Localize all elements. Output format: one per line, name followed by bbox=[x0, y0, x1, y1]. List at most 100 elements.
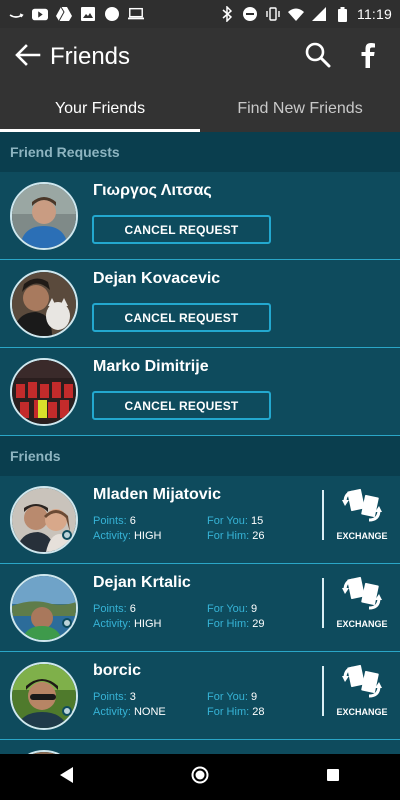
avatar[interactable] bbox=[10, 358, 78, 426]
friend-stats-left: Points: 6 Activity: HIGH bbox=[93, 514, 161, 544]
cancel-request-button[interactable]: CANCEL REQUEST bbox=[92, 391, 271, 420]
status-dot bbox=[62, 530, 72, 540]
exchange-icon bbox=[341, 576, 383, 617]
for-you-value: 15 bbox=[251, 515, 264, 527]
points-label: Points: bbox=[93, 691, 127, 703]
for-him-value: 26 bbox=[252, 530, 265, 542]
friend-request-row: Dejan Kovacevic CANCEL REQUEST bbox=[0, 260, 400, 348]
divider bbox=[322, 490, 324, 540]
points-value: 6 bbox=[129, 515, 136, 527]
section-header-friends: Friends bbox=[0, 436, 400, 476]
points-value: 6 bbox=[129, 603, 136, 615]
nav-home-button[interactable] bbox=[180, 757, 220, 797]
status-dot bbox=[62, 618, 72, 628]
exchange-label: EXCHANGE bbox=[336, 531, 388, 541]
vibrate-icon bbox=[265, 7, 281, 21]
activity-label: Activity: bbox=[93, 618, 131, 630]
laptop-icon bbox=[128, 7, 144, 21]
status-bar: 11:19 bbox=[0, 0, 400, 28]
signal-icon bbox=[311, 7, 327, 21]
home-circle-icon bbox=[191, 766, 209, 789]
back-button[interactable] bbox=[6, 35, 50, 79]
exchange-label: EXCHANGE bbox=[336, 619, 388, 629]
cancel-request-button[interactable]: CANCEL REQUEST bbox=[92, 215, 271, 244]
facebook-icon bbox=[360, 42, 376, 73]
points-label: Points: bbox=[93, 603, 127, 615]
activity-label: Activity: bbox=[93, 706, 131, 718]
points-value: 3 bbox=[129, 691, 136, 703]
page-title: Friends bbox=[50, 43, 131, 70]
for-you-value: 9 bbox=[251, 603, 258, 615]
request-name: Γιωργος Λιτσας bbox=[93, 182, 212, 199]
friend-row[interactable]: Mladen Mijatovic Points: 6 Activity: HIG… bbox=[0, 476, 400, 564]
avatar[interactable] bbox=[10, 182, 78, 250]
request-name: Marko Dimitrije bbox=[93, 358, 209, 375]
friend-stats-left: Points: 3 Activity: NONE bbox=[93, 690, 166, 720]
tab-find-new-friends[interactable]: Find New Friends bbox=[200, 86, 400, 132]
avatar[interactable] bbox=[10, 486, 78, 554]
drive-icon bbox=[56, 7, 72, 21]
friend-name: Dejan Krtalic bbox=[93, 574, 191, 591]
activity-value: HIGH bbox=[133, 530, 162, 542]
exchange-label: EXCHANGE bbox=[336, 707, 388, 717]
friend-stats-right: For You: 15 For Him: 26 bbox=[207, 514, 264, 544]
for-him-value: 29 bbox=[252, 618, 265, 630]
activity-value: NONE bbox=[133, 706, 166, 718]
avatar[interactable] bbox=[10, 662, 78, 730]
facebook-button[interactable] bbox=[352, 41, 384, 73]
friend-request-row: Γιωργος Λιτσας CANCEL REQUEST bbox=[0, 172, 400, 260]
tab-your-friends[interactable]: Your Friends bbox=[0, 86, 200, 132]
exchange-icon bbox=[341, 664, 383, 705]
status-time: 11:19 bbox=[357, 6, 392, 22]
for-him-label: For Him: bbox=[207, 618, 250, 630]
search-icon bbox=[305, 42, 331, 73]
divider bbox=[322, 666, 324, 716]
search-button[interactable] bbox=[302, 41, 334, 73]
cancel-request-button[interactable]: CANCEL REQUEST bbox=[92, 303, 271, 332]
friend-row[interactable]: Dejan Krtalic Points: 6 Activity: HIGH F… bbox=[0, 564, 400, 652]
battery-icon bbox=[334, 6, 350, 22]
avatar[interactable] bbox=[10, 270, 78, 338]
system-nav-bar bbox=[0, 754, 400, 800]
friend-stats-right: For You: 9 For Him: 29 bbox=[207, 602, 264, 632]
status-dot bbox=[62, 706, 72, 716]
for-him-label: For Him: bbox=[207, 706, 250, 718]
friend-row[interactable] bbox=[0, 740, 400, 754]
friend-row[interactable]: borcic Points: 3 Activity: NONE For You:… bbox=[0, 652, 400, 740]
amazon-icon bbox=[8, 7, 24, 21]
section-header-friend-requests: Friend Requests bbox=[0, 132, 400, 172]
wifi-icon bbox=[288, 7, 304, 21]
triangle-back-icon bbox=[59, 766, 74, 788]
for-you-label: For You: bbox=[207, 603, 248, 615]
friend-stats-right: For You: 9 For Him: 28 bbox=[207, 690, 264, 720]
status-left-icons bbox=[8, 7, 144, 21]
tab-bar: Your Friends Find New Friends bbox=[0, 86, 400, 132]
youtube-icon bbox=[32, 7, 48, 21]
arrow-left-icon bbox=[15, 43, 41, 71]
avatar[interactable] bbox=[10, 574, 78, 642]
circle-icon bbox=[104, 7, 120, 21]
bluetooth-icon bbox=[219, 6, 235, 22]
nav-recents-button[interactable] bbox=[313, 757, 353, 797]
activity-value: HIGH bbox=[133, 618, 162, 630]
exchange-icon bbox=[341, 488, 383, 529]
exchange-button[interactable]: EXCHANGE bbox=[334, 488, 390, 552]
nav-back-button[interactable] bbox=[47, 757, 87, 797]
friend-request-row: Marko Dimitrije CANCEL REQUEST bbox=[0, 348, 400, 436]
for-you-label: For You: bbox=[207, 515, 248, 527]
divider bbox=[322, 578, 324, 628]
for-you-label: For You: bbox=[207, 691, 248, 703]
points-label: Points: bbox=[93, 515, 127, 527]
friend-name: borcic bbox=[93, 662, 142, 679]
friend-stats-left: Points: 6 Activity: HIGH bbox=[93, 602, 161, 632]
exchange-button[interactable]: EXCHANGE bbox=[334, 576, 390, 640]
app-bar: Friends bbox=[0, 28, 400, 86]
screen: 11:19 Friends Your Friends Find New Frie… bbox=[0, 0, 400, 800]
friends-list[interactable]: Friend Requests Γιωργος Λιτσας CANCEL RE… bbox=[0, 132, 400, 754]
exchange-button[interactable]: EXCHANGE bbox=[334, 664, 390, 728]
status-right-icons: 11:19 bbox=[219, 6, 392, 22]
for-you-value: 9 bbox=[251, 691, 258, 703]
activity-label: Activity: bbox=[93, 530, 131, 542]
do-not-disturb-icon bbox=[242, 7, 258, 21]
square-recents-icon bbox=[326, 768, 340, 787]
